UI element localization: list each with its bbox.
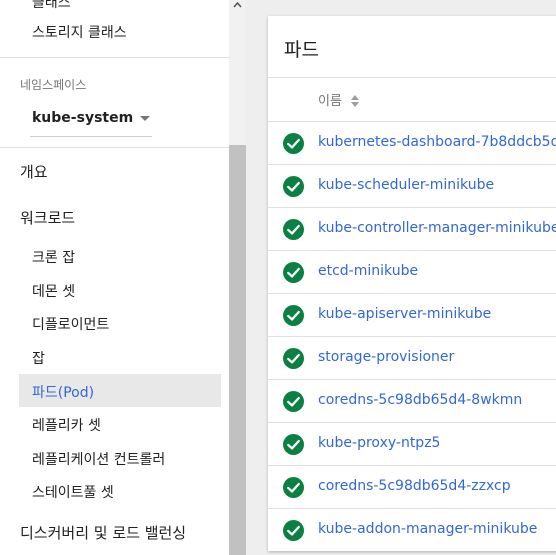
check-circle-icon xyxy=(283,348,304,369)
check-circle-icon xyxy=(283,477,304,498)
column-header-name[interactable]: 이름 xyxy=(318,90,360,109)
scrollbar-thumb[interactable] xyxy=(229,145,246,555)
table-row[interactable]: storage-provisioner xyxy=(268,336,556,379)
sidebar-item-statefulsets[interactable]: 스테이트풀 셋 xyxy=(32,482,114,502)
pod-name-link[interactable]: kubernetes-dashboard-7b8ddcb5d6 xyxy=(318,134,556,150)
sidebar: 클래스 스토리지 클래스 네임스페이스 kube-system 개요 워크로드 … xyxy=(0,0,229,555)
sidebar-item-partial[interactable]: 클래스 xyxy=(32,0,71,12)
sidebar-item-replicasets[interactable]: 레플리카 셋 xyxy=(32,415,101,435)
table-row[interactable]: etcd-minikube xyxy=(268,250,556,293)
pod-name-link[interactable]: kube-scheduler-minikube xyxy=(318,177,494,193)
pod-name-link[interactable]: kube-proxy-ntpz5 xyxy=(318,435,440,451)
caret-down-icon xyxy=(140,116,150,121)
sidebar-divider xyxy=(0,147,229,148)
namespace-value: kube-system xyxy=(32,110,134,126)
table-row[interactable]: kube-proxy-ntpz5 xyxy=(268,422,556,465)
table-row[interactable]: coredns-5c98db65d4-8wkmn xyxy=(268,379,556,422)
sort-icon[interactable] xyxy=(350,94,360,108)
sidebar-scrollbar[interactable] xyxy=(229,0,246,555)
check-circle-icon xyxy=(283,305,304,326)
check-circle-icon xyxy=(283,520,304,541)
table-row[interactable]: kube-scheduler-minikube xyxy=(268,164,556,207)
pods-card: 파드 이름 kubernetes-dashboard-7b8ddcb5d6 kub… xyxy=(268,16,556,551)
sidebar-item-deployments[interactable]: 디플로이먼트 xyxy=(32,314,109,334)
sidebar-item-replication-controllers[interactable]: 레플리케이션 컨트롤러 xyxy=(32,449,165,469)
pod-name-link[interactable]: kube-addon-manager-minikube xyxy=(318,521,537,537)
namespace-label: 네임스페이스 xyxy=(20,78,87,92)
sidebar-divider xyxy=(0,57,229,58)
pod-name-link[interactable]: storage-provisioner xyxy=(318,349,454,365)
pod-name-link[interactable]: coredns-5c98db65d4-zzxcp xyxy=(318,478,511,494)
sidebar-item-cronjobs[interactable]: 크론 잡 xyxy=(32,247,75,267)
table-row[interactable]: kubernetes-dashboard-7b8ddcb5d6 xyxy=(268,121,556,164)
check-circle-icon xyxy=(283,176,304,197)
check-circle-icon xyxy=(283,434,304,455)
check-circle-icon xyxy=(283,133,304,154)
column-header-label: 이름 xyxy=(318,94,342,109)
sidebar-item-storage-class[interactable]: 스토리지 클래스 xyxy=(32,22,127,42)
card-divider xyxy=(268,77,556,78)
scroll-up-arrow-icon[interactable] xyxy=(233,0,242,9)
namespace-select[interactable]: kube-system xyxy=(30,104,152,137)
sidebar-item-jobs[interactable]: 잡 xyxy=(32,348,45,368)
table-row[interactable]: kube-apiserver-minikube xyxy=(268,293,556,336)
table-row[interactable]: coredns-5c98db65d4-zzxcp xyxy=(268,465,556,508)
table-row[interactable]: kube-addon-manager-minikube xyxy=(268,508,556,551)
pod-name-link[interactable]: etcd-minikube xyxy=(318,263,418,279)
sidebar-item-daemonsets[interactable]: 데몬 셋 xyxy=(32,281,75,301)
card-title: 파드 xyxy=(284,39,319,61)
sidebar-item-overview[interactable]: 개요 xyxy=(20,161,48,182)
sidebar-item-workloads[interactable]: 워크로드 xyxy=(20,207,75,228)
check-circle-icon xyxy=(283,391,304,412)
pod-name-link[interactable]: kube-controller-manager-minikube xyxy=(318,220,556,236)
pod-name-link[interactable]: coredns-5c98db65d4-8wkmn xyxy=(318,392,522,408)
sidebar-item-discovery[interactable]: 디스커버리 및 로드 밸런싱 xyxy=(20,522,186,543)
table-row[interactable]: kube-controller-manager-minikube xyxy=(268,207,556,250)
check-circle-icon xyxy=(283,219,304,240)
pod-list: kubernetes-dashboard-7b8ddcb5d6 kube-sche… xyxy=(268,121,556,551)
pod-name-link[interactable]: kube-apiserver-minikube xyxy=(318,306,491,322)
check-circle-icon xyxy=(283,262,304,283)
sidebar-item-pods[interactable]: 파드(Pod) xyxy=(32,382,94,402)
